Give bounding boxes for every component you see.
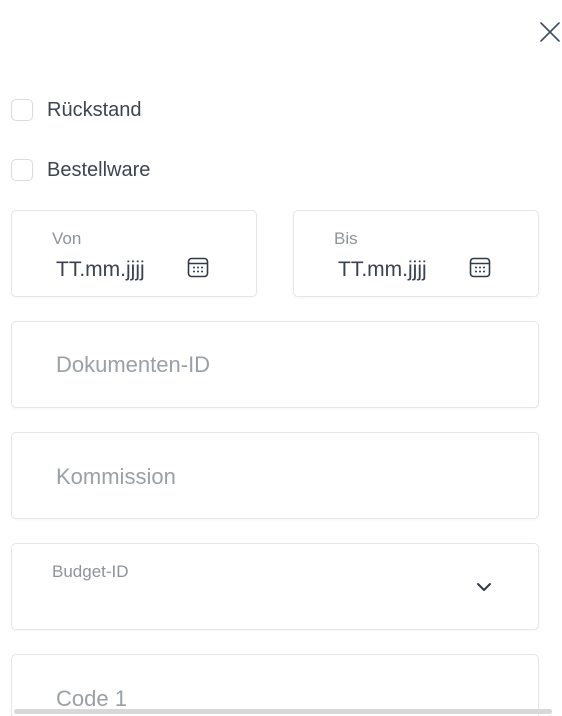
date-from-value: TT.mm.jjjj [56,258,145,281]
rueckstand-checkbox[interactable] [11,99,33,121]
calendar-icon[interactable] [187,256,209,278]
date-to-value: TT.mm.jjjj [338,258,427,281]
date-from-label: Von [52,229,82,248]
close-icon [540,22,560,42]
commission-field[interactable]: Kommission [11,432,539,519]
horizontal-scrollbar[interactable] [14,709,552,714]
date-from-field[interactable]: Von TT.mm.jjjj [11,210,257,297]
date-to-field[interactable]: Bis TT.mm.jjjj [293,210,539,297]
chevron-down-icon[interactable] [475,581,493,593]
bestellware-checkbox[interactable] [11,159,33,181]
filter-panel: Rückstand Bestellware Von TT.mm.jjjj Bis… [0,0,562,716]
commission-placeholder: Kommission [56,464,176,489]
budget-id-select[interactable]: Budget-ID [11,543,539,630]
code1-field[interactable]: Code 1 [11,654,539,716]
rueckstand-label: Rückstand [47,98,142,121]
date-to-label: Bis [334,229,358,248]
close-button[interactable] [534,16,562,48]
checkbox-row-bestellware: Bestellware [11,156,150,184]
bestellware-label: Bestellware [47,158,151,181]
budget-id-label: Budget-ID [52,562,129,581]
document-id-field[interactable]: Dokumenten-ID [11,321,539,408]
calendar-icon[interactable] [469,256,491,278]
checkbox-row-rueckstand: Rückstand [11,96,142,124]
document-id-placeholder: Dokumenten-ID [56,352,211,377]
